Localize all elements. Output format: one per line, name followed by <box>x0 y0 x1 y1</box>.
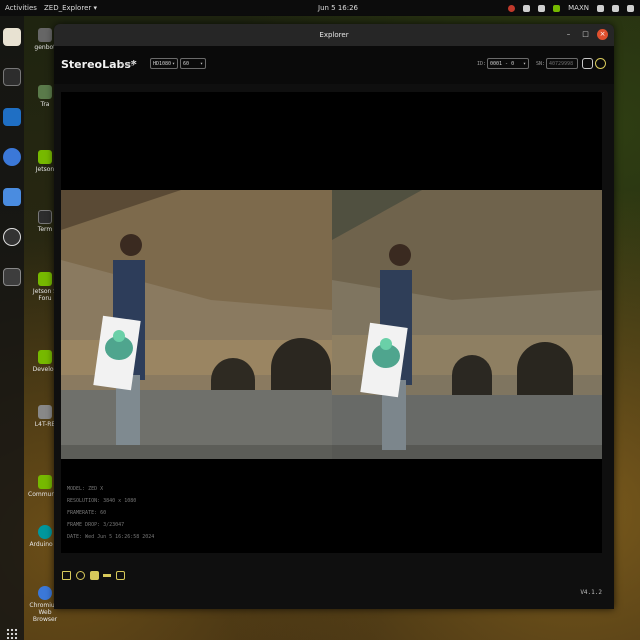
fps-select[interactable]: 60 ▾ <box>180 58 206 69</box>
terminal-icon <box>38 210 52 224</box>
network-icon[interactable] <box>597 4 604 12</box>
maximize-icon[interactable]: □ <box>580 29 591 40</box>
dock <box>0 16 24 640</box>
info-resolution: RESOLUTION: 3840 x 1080 <box>67 498 137 504</box>
record-icon[interactable] <box>508 4 516 12</box>
record-video-icon[interactable] <box>90 571 99 580</box>
refresh-icon[interactable] <box>582 58 593 69</box>
nvidia-icon <box>38 350 52 364</box>
trash-icon <box>38 85 52 99</box>
document-icon <box>38 405 52 419</box>
version-label: V4.1.2 <box>580 589 602 596</box>
power-icon[interactable] <box>627 4 634 12</box>
broadcast-icon[interactable] <box>76 571 85 580</box>
info-model: MODEL: ZED X <box>67 486 104 492</box>
window-title: Explorer <box>319 31 349 39</box>
serial-number-field: 40729998 <box>546 58 578 69</box>
file-icon[interactable] <box>62 571 71 580</box>
obs-icon[interactable] <box>3 228 21 246</box>
app-toolbar: StereoLabs* LIVE HD1080 ▾ 60 ▾ ID: 0001 … <box>54 46 614 84</box>
activities-button[interactable]: Activities <box>5 4 37 12</box>
video-viewer: MODEL: ZED X RESOLUTION: 3840 x 1080 FRA… <box>61 92 602 553</box>
info-date: DATE: Wed Jun 5 16:26:58 2024 <box>67 534 155 540</box>
settings-icon[interactable] <box>595 58 606 69</box>
arduino-icon <box>38 525 52 539</box>
nvidia-icon[interactable] <box>553 4 561 12</box>
chromium-icon <box>38 586 52 600</box>
left-camera-frame <box>61 190 332 459</box>
nvidia-icon <box>38 475 52 489</box>
sn-label: SN: <box>536 61 546 67</box>
info-frame-drop: FRAME DROP: 3/23047 <box>67 522 125 528</box>
system-tray[interactable]: MAXN <box>508 4 634 12</box>
show-apps-icon[interactable] <box>6 628 18 640</box>
printer-icon[interactable] <box>538 4 546 12</box>
window-titlebar[interactable]: Explorer – □ × <box>54 24 614 46</box>
info-framerate: FRAMERATE: 60 <box>67 510 107 516</box>
nvidia-icon <box>38 150 52 164</box>
camera-info: MODEL: ZED X RESOLUTION: 3840 x 1080 FRA… <box>67 483 154 543</box>
resolution-select[interactable]: HD1080 ▾ <box>150 58 178 69</box>
rec-mode-icon[interactable] <box>103 574 111 577</box>
chevron-down-icon: ▾ <box>171 60 175 67</box>
stereo-frames <box>61 190 602 459</box>
minimize-icon[interactable]: – <box>563 29 574 40</box>
screenshot-icon[interactable] <box>3 188 21 206</box>
live-mode-label[interactable]: LIVE <box>122 62 135 68</box>
id-label: ID: <box>477 61 487 67</box>
vscode-icon[interactable] <box>3 108 21 126</box>
top-bar: Activities ZED_Explorer ▾ Jun 5 16:26 MA… <box>0 0 640 16</box>
terminal-icon[interactable] <box>3 68 21 86</box>
chevron-down-icon: ▾ <box>522 60 526 67</box>
home-folder-icon <box>38 28 52 42</box>
chromium-icon[interactable] <box>3 148 21 166</box>
camera-icon[interactable] <box>116 571 125 580</box>
app-menu[interactable]: ZED_Explorer ▾ <box>44 4 97 12</box>
zed-explorer-icon[interactable] <box>3 268 21 286</box>
chevron-down-icon: ▾ <box>199 60 203 67</box>
camera-id-select[interactable]: 0001 - 0 ▾ <box>487 58 529 69</box>
volume-icon[interactable] <box>612 4 619 12</box>
close-icon[interactable]: × <box>597 29 608 40</box>
nvidia-icon <box>38 272 52 286</box>
files-icon[interactable] <box>3 28 21 46</box>
clock[interactable]: Jun 5 16:26 <box>318 4 358 12</box>
power-mode-label[interactable]: MAXN <box>568 4 589 12</box>
right-camera-frame <box>331 190 602 459</box>
clipboard-icon[interactable] <box>523 4 531 12</box>
bottom-toolbar: V4.1.2 <box>54 559 614 609</box>
explorer-window: Explorer – □ × StereoLabs* LIVE HD1080 ▾… <box>54 24 614 609</box>
